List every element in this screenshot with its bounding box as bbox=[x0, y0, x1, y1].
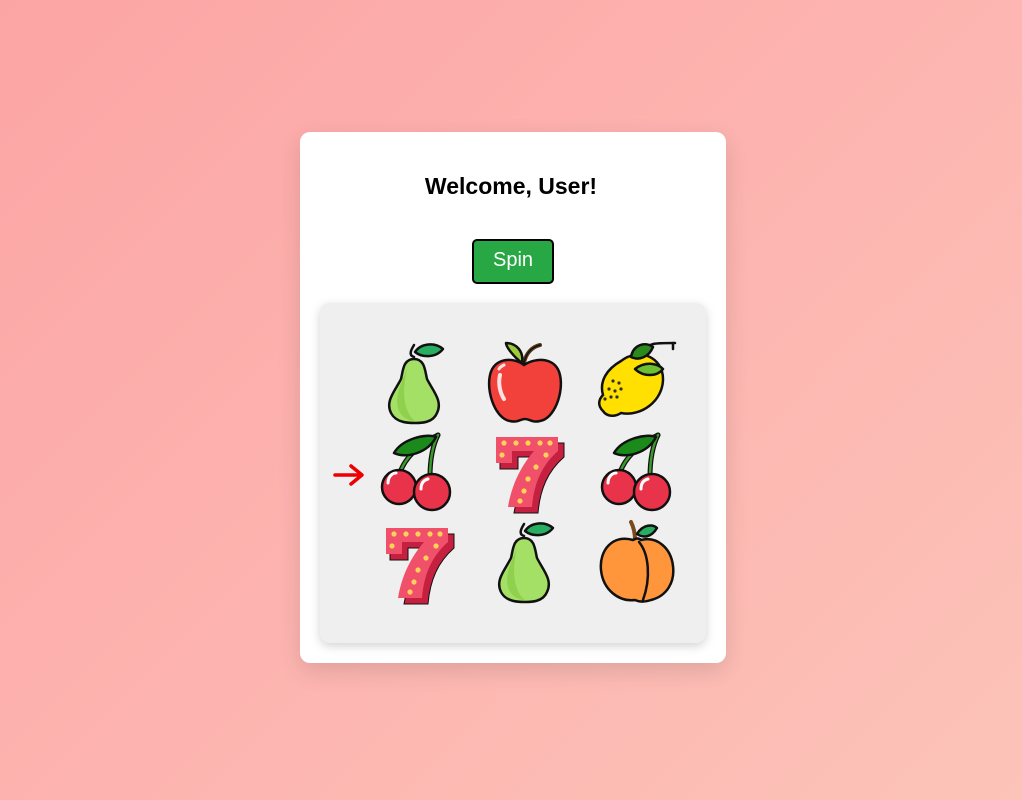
spin-button[interactable]: Spin bbox=[472, 239, 554, 284]
pear-icon bbox=[387, 343, 445, 425]
lucky-seven-icon bbox=[496, 437, 565, 514]
lemon-icon bbox=[598, 341, 677, 417]
welcome-title: Welcome, User! bbox=[424, 173, 598, 199]
payline-arrow-icon bbox=[333, 464, 364, 486]
pear-icon bbox=[497, 522, 555, 604]
peach-icon bbox=[599, 520, 675, 603]
apple-icon bbox=[487, 341, 563, 423]
cherry-icon bbox=[380, 432, 452, 512]
cherry-icon bbox=[600, 432, 672, 512]
lucky-seven-icon bbox=[386, 528, 455, 605]
